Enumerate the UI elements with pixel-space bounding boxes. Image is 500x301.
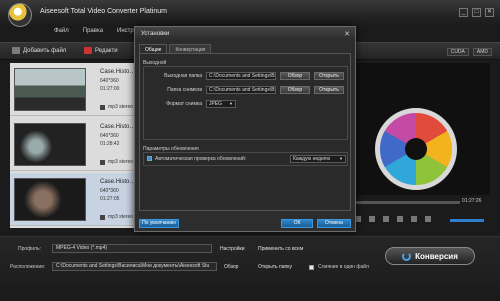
menu-edit[interactable]: Правка (83, 28, 103, 40)
dialog-close-button[interactable]: ✕ (344, 30, 350, 38)
close-button[interactable]: ✕ (485, 8, 494, 17)
merge-checkbox[interactable] (309, 265, 314, 270)
auto-update-label: Автоматическая проверка обновлений: (155, 156, 247, 162)
file-resolution: 640*360 (100, 188, 119, 194)
add-file-button[interactable]: Добавить файл (12, 47, 66, 54)
ok-button[interactable]: ОК (281, 219, 313, 228)
cancel-button[interactable]: Отмена (317, 219, 351, 228)
apply-all-button[interactable]: Применить со всем (258, 244, 303, 254)
browse-button[interactable]: Обзор (224, 262, 238, 272)
settings-dialog: Установки ✕ Общие Конвертация Выходной В… (134, 26, 356, 232)
profile-label: Профиль: (18, 246, 41, 252)
convert-button[interactable]: Конверсия (385, 247, 475, 265)
edit-button[interactable]: Редакти (84, 47, 118, 54)
stop-icon[interactable] (369, 216, 375, 222)
volume-slider[interactable] (450, 219, 484, 222)
chevron-down-icon: ▼ (339, 156, 343, 161)
menu-file[interactable]: Файл (54, 28, 69, 40)
file-duration: 01:27:05 (100, 196, 120, 202)
profile-select[interactable]: MPEG-4 Video (*.mp4) (52, 244, 212, 253)
snapshot-folder-input[interactable]: C:\Documents and Settings\Васили (206, 86, 276, 94)
app-title: Aiseesoft Total Video Converter Platinum (40, 8, 167, 15)
scissors-icon (84, 47, 92, 54)
update-frequency-select[interactable]: Каждую неделю ▼ (290, 155, 346, 163)
video-thumbnail (14, 178, 86, 221)
playback-controls (355, 216, 431, 222)
destination-input[interactable]: C:\Documents and Settings\Василиса\Мои д… (52, 262, 217, 271)
settings-button[interactable]: Настройки (220, 244, 245, 254)
snapshot-format-value: JPEG (209, 101, 223, 107)
output-open-button[interactable]: Открыть (314, 72, 344, 80)
add-file-icon (12, 47, 20, 54)
convert-label: Конверсия (415, 251, 458, 261)
destination-label: Расположение: (10, 264, 46, 270)
preview-time: 01:27:26 (462, 198, 482, 204)
speaker-icon (100, 104, 105, 110)
aperture-logo-icon (375, 108, 457, 190)
add-file-label: Добавить файл (23, 47, 67, 54)
maximize-button[interactable]: □ (472, 8, 481, 17)
folder-icon[interactable] (425, 216, 431, 222)
prev-frame-icon[interactable] (383, 216, 389, 222)
video-thumbnail (14, 68, 86, 111)
snapshot-icon[interactable] (411, 216, 417, 222)
minimize-button[interactable]: _ (459, 8, 468, 17)
snapshot-browse-button[interactable]: Обзор (280, 86, 310, 94)
file-duration: 01:28:42 (100, 141, 120, 147)
edit-label: Редакти (95, 47, 118, 54)
file-duration: 01:27:00 (100, 86, 120, 92)
amd-badge: AMD (472, 48, 492, 56)
merge-label: Слияние в один файл (318, 264, 369, 270)
next-frame-icon[interactable] (397, 216, 403, 222)
file-resolution: 640*360 (100, 133, 119, 139)
dialog-body: Выходной Выходная папка C:\Documents and… (139, 53, 351, 211)
convert-icon (402, 251, 412, 261)
dialog-title: Установки (135, 27, 355, 41)
speaker-icon (100, 159, 105, 165)
file-resolution: 640*360 (100, 78, 119, 84)
app-logo-icon (8, 3, 32, 27)
menu-bar: Файл Правка Инструме (54, 28, 144, 40)
chevron-down-icon: ▼ (229, 101, 233, 106)
bottom-bar: Профиль: MPEG-4 Video (*.mp4) Настройки … (0, 236, 500, 301)
speaker-icon (100, 214, 105, 220)
video-thumbnail (14, 123, 86, 166)
title-bar: Aiseesoft Total Video Converter Platinum… (0, 0, 500, 28)
cuda-badge: CUDA (446, 48, 469, 56)
seek-bar[interactable] (355, 201, 460, 204)
output-folder-input[interactable]: C:\Documents and Settings\Васили (206, 72, 276, 80)
output-folder-label: Выходная папка (164, 73, 202, 79)
open-folder-button[interactable]: Открыть папку (258, 262, 292, 272)
snapshot-folder-label: Папка снимков (167, 87, 202, 93)
snapshot-format-select[interactable]: JPEG ▼ (206, 100, 236, 108)
output-browse-button[interactable]: Обзор (280, 72, 310, 80)
default-button[interactable]: По умолчанию (139, 219, 179, 228)
update-frequency-value: Каждую неделю (293, 156, 331, 162)
snapshot-format-label: Формат снимка (166, 101, 202, 107)
acceleration-badges: CUDA AMD (446, 48, 492, 56)
snapshot-open-button[interactable]: Открыть (314, 86, 344, 94)
window-controls: _ □ ✕ (459, 8, 494, 17)
preview-panel (355, 63, 490, 195)
auto-update-checkbox[interactable] (147, 156, 152, 161)
